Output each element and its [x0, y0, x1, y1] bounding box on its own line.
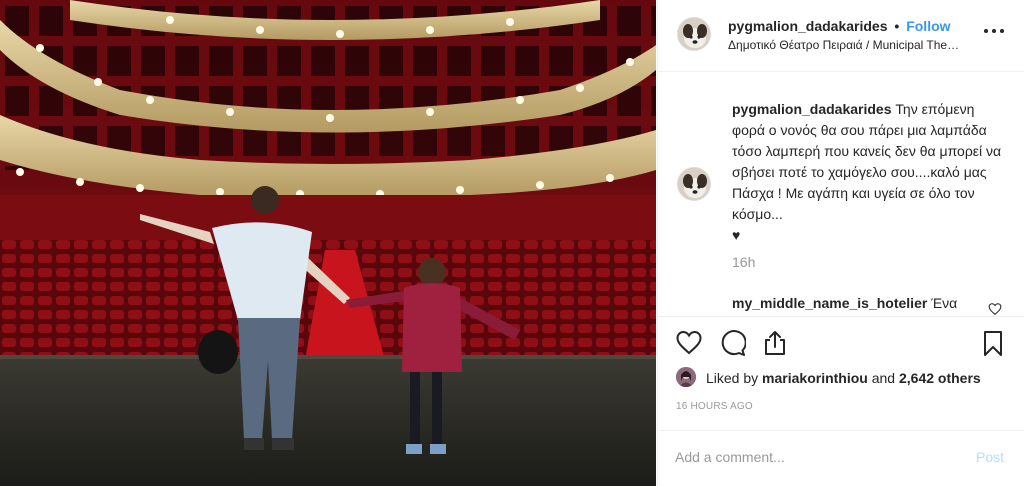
likes-middle: and [867, 370, 899, 386]
caption-text: Την επόμενη φορά ο νονός θα σου πάρει μι… [732, 101, 1002, 222]
likes-text: Liked by mariakorinthiou and 2,642 other… [706, 370, 981, 386]
comment-text: Ένα [931, 295, 958, 311]
comments-section[interactable]: pygmalion_dadakarides Την επόμενη φορά ο… [658, 73, 1024, 316]
post-side-panel: pygmalion_dadakarides • Follow Δημοτικό … [657, 0, 1024, 486]
caption-author-avatar[interactable] [677, 167, 711, 201]
post-author-row: pygmalion_dadakarides • Follow [728, 18, 951, 34]
share-icon[interactable] [761, 329, 789, 357]
post-location[interactable]: Δημοτικό Θέατρο Πειραιά / Municipal Thea… [728, 38, 964, 52]
post-caption: pygmalion_dadakarides Την επόμενη φορά ο… [732, 99, 1010, 246]
add-comment-bar: Post [658, 430, 1024, 486]
caption-username[interactable]: pygmalion_dadakarides [732, 101, 892, 117]
more-horizontal-icon[interactable] [984, 24, 1004, 38]
comment-like-heart-icon[interactable] [988, 302, 1002, 316]
separator-dot: • [894, 18, 900, 34]
follow-button[interactable]: Follow [906, 18, 950, 34]
post-actions-bar [658, 316, 1024, 368]
theatre-photo-image [0, 0, 656, 486]
caption-time-ago[interactable]: 16h [732, 254, 755, 270]
post-author-username[interactable]: pygmalion_dadakarides [728, 18, 888, 34]
likes-others-count[interactable]: 2,642 others [899, 370, 981, 386]
post-timestamp[interactable]: 16 HOURS AGO [676, 401, 753, 412]
author-avatar[interactable] [677, 17, 711, 51]
caption-heart-emoji: ♥ [732, 227, 741, 243]
comment-icon[interactable] [718, 329, 746, 357]
likes-summary: Liked by mariakorinthiou and 2,642 other… [676, 366, 1016, 390]
add-comment-input[interactable] [675, 445, 955, 469]
likes-prefix: Liked by [706, 370, 763, 386]
heart-icon[interactable] [675, 329, 703, 357]
post-comment-button[interactable]: Post [976, 449, 1004, 465]
comment-username[interactable]: my_middle_name_is_hotelier [732, 295, 927, 311]
post-photo[interactable] [0, 0, 656, 486]
post-header: pygmalion_dadakarides • Follow Δημοτικό … [658, 0, 1024, 72]
liker-avatar[interactable] [676, 367, 696, 387]
comment-item: my_middle_name_is_hotelier Ένα [732, 295, 992, 311]
liker-username[interactable]: mariakorinthiou [762, 370, 868, 386]
bookmark-icon[interactable] [979, 329, 1007, 357]
